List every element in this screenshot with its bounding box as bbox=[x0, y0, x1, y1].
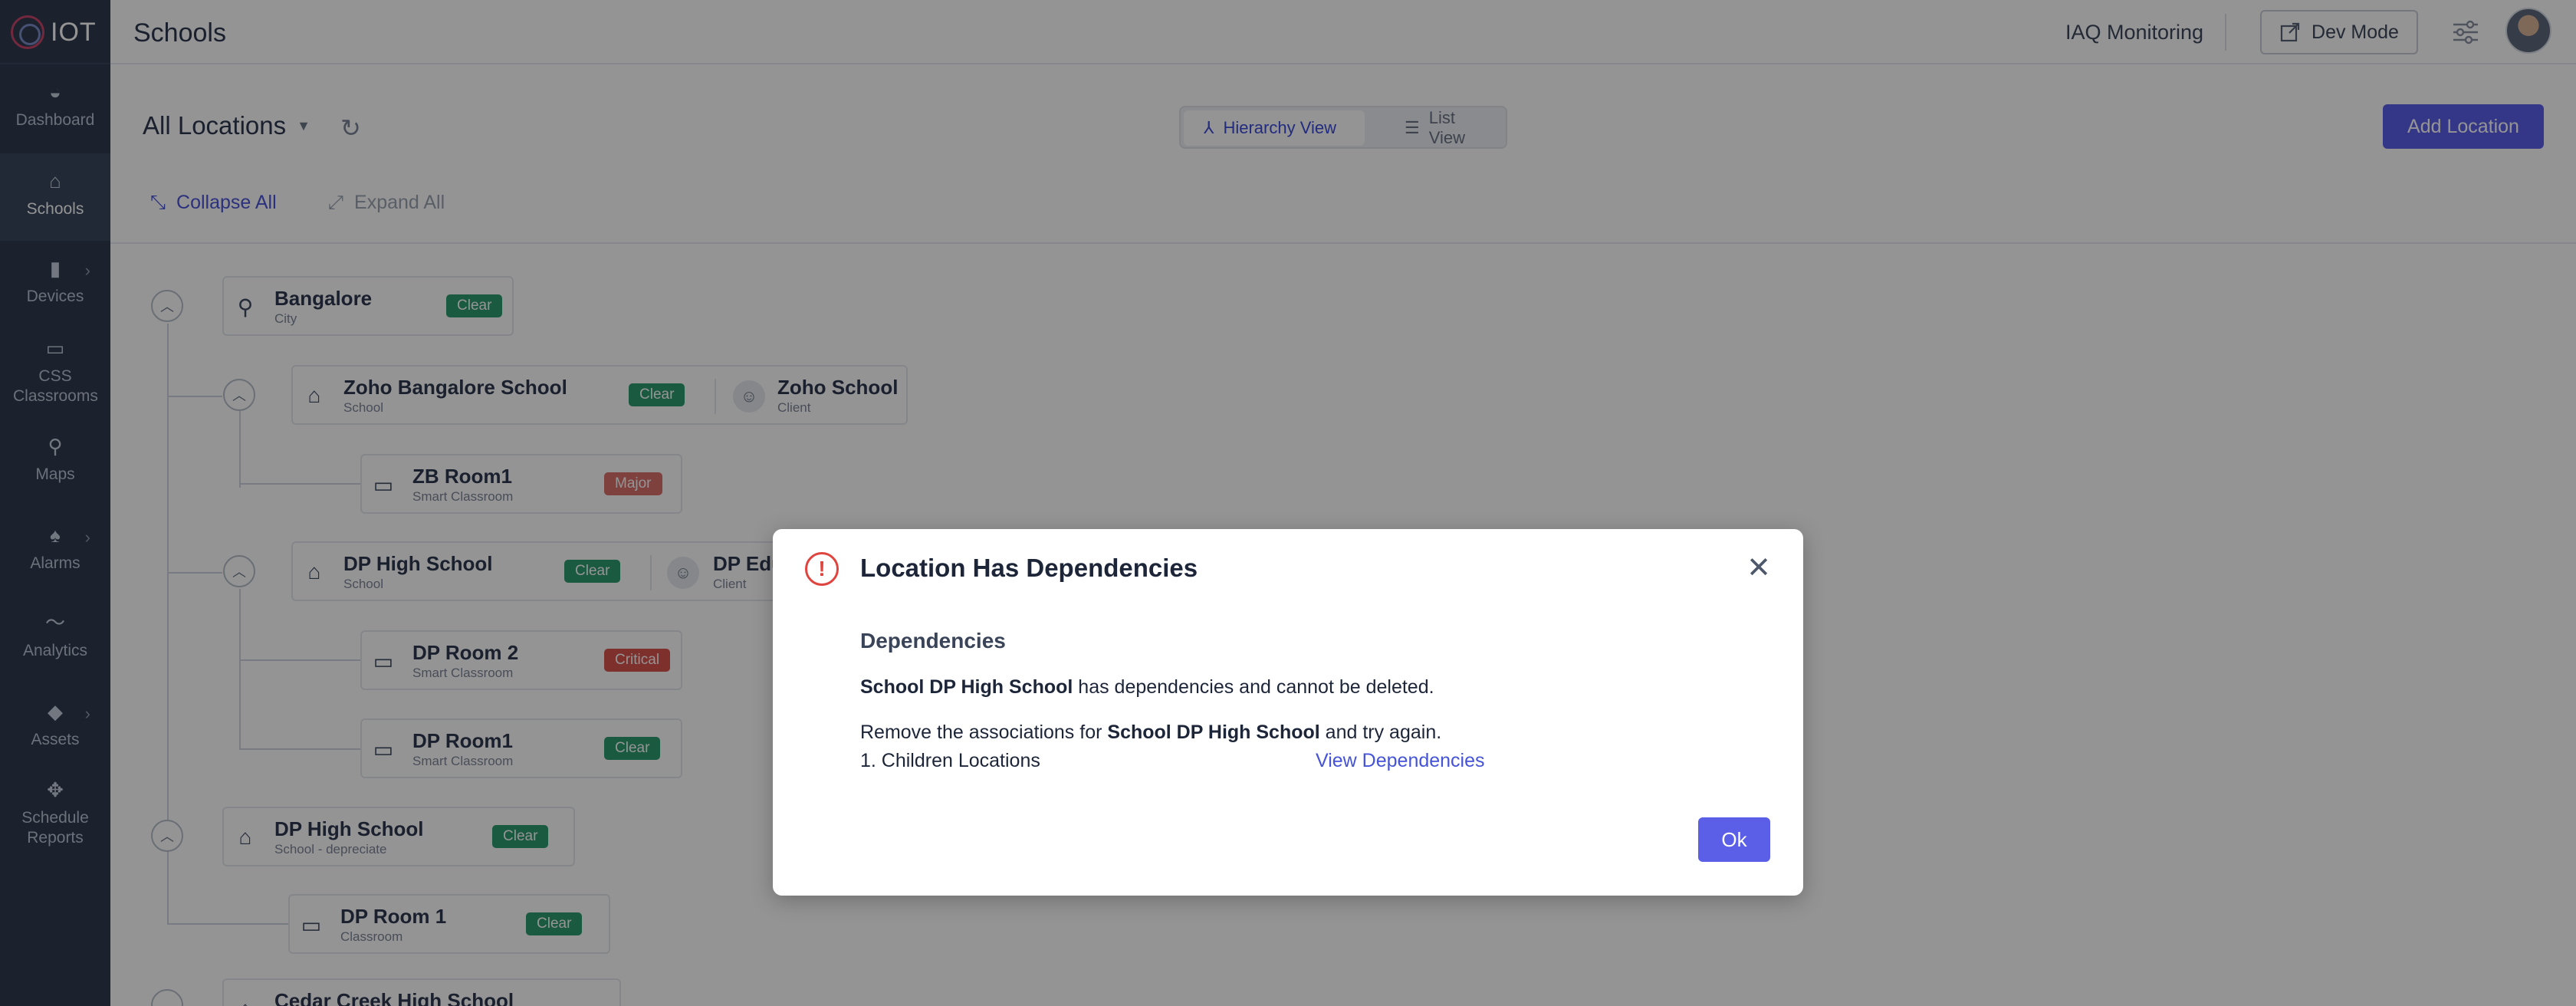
warning-icon: ! bbox=[805, 552, 839, 586]
close-icon[interactable]: ✕ bbox=[1740, 549, 1777, 586]
school-name: School DP High School bbox=[1107, 722, 1320, 743]
dependencies-dialog: ! Location Has Dependencies ✕ Dependenci… bbox=[773, 529, 1803, 896]
dependencies-heading: Dependencies bbox=[860, 629, 1006, 653]
message-text: has dependencies and cannot be deleted. bbox=[1073, 676, 1434, 698]
dependency-item: 1. Children Locations bbox=[860, 750, 1040, 771]
dialog-title: Location Has Dependencies bbox=[860, 554, 1198, 582]
ok-button[interactable]: Ok bbox=[1698, 817, 1770, 862]
remove-instructions: Remove the associations for School DP Hi… bbox=[860, 722, 1441, 744]
view-dependencies-link[interactable]: View Dependencies bbox=[1316, 750, 1485, 772]
dependency-message: School DP High School has dependencies a… bbox=[860, 676, 1434, 699]
instruction-prefix: Remove the associations for bbox=[860, 722, 1108, 743]
school-name: School DP High School bbox=[860, 676, 1073, 698]
instruction-suffix: and try again. bbox=[1319, 722, 1442, 743]
